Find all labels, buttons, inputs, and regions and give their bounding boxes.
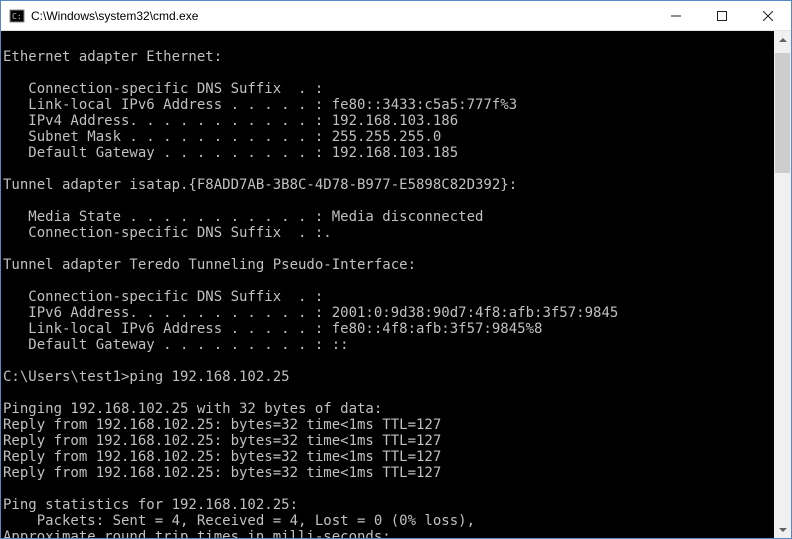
terminal-line [3, 241, 774, 257]
terminal-line: Approximate round trip times in milli-se… [3, 529, 774, 538]
terminal-line: Default Gateway . . . . . . . . . : 192.… [3, 145, 774, 161]
terminal-line [3, 385, 774, 401]
terminal-line: Reply from 192.168.102.25: bytes=32 time… [3, 465, 774, 481]
terminal-line: Reply from 192.168.102.25: bytes=32 time… [3, 433, 774, 449]
client-area: Ethernet adapter Ethernet: Connection-sp… [1, 31, 791, 538]
terminal-line: Tunnel adapter Teredo Tunneling Pseudo-I… [3, 257, 774, 273]
terminal-line [3, 193, 774, 209]
scroll-thumb[interactable] [775, 53, 790, 173]
scroll-down-button[interactable] [774, 521, 791, 538]
terminal-line: Reply from 192.168.102.25: bytes=32 time… [3, 449, 774, 465]
vertical-scrollbar[interactable] [774, 31, 791, 538]
cmd-icon: C: [9, 8, 25, 24]
terminal-line [3, 481, 774, 497]
titlebar[interactable]: C: C:\Windows\system32\cmd.exe [1, 1, 791, 31]
terminal-line: IPv6 Address. . . . . . . . . . . : 2001… [3, 305, 774, 321]
scroll-up-button[interactable] [774, 31, 791, 48]
minimize-button[interactable] [653, 1, 699, 30]
terminal-line: Connection-specific DNS Suffix . : [3, 289, 774, 305]
window-controls [653, 1, 791, 30]
terminal-line: Connection-specific DNS Suffix . : [3, 81, 774, 97]
terminal-line: Packets: Sent = 4, Received = 4, Lost = … [3, 513, 774, 529]
terminal-line: Link-local IPv6 Address . . . . . : fe80… [3, 321, 774, 337]
terminal-line [3, 353, 774, 369]
terminal-line: Subnet Mask . . . . . . . . . . . : 255.… [3, 129, 774, 145]
terminal-line [3, 161, 774, 177]
terminal-line [3, 273, 774, 289]
terminal-line: Tunnel adapter isatap.{F8ADD7AB-3B8C-4D7… [3, 177, 774, 193]
terminal-line: Default Gateway . . . . . . . . . : :: [3, 337, 774, 353]
terminal-line [3, 33, 774, 49]
terminal-line: IPv4 Address. . . . . . . . . . . : 192.… [3, 113, 774, 129]
cmd-window: C: C:\Windows\system32\cmd.exe Ethernet … [0, 0, 792, 539]
terminal-line: Ethernet adapter Ethernet: [3, 49, 774, 65]
terminal-line: Link-local IPv6 Address . . . . . : fe80… [3, 97, 774, 113]
close-button[interactable] [745, 1, 791, 30]
terminal-line [3, 65, 774, 81]
terminal-line: Media State . . . . . . . . . . . : Medi… [3, 209, 774, 225]
terminal-output[interactable]: Ethernet adapter Ethernet: Connection-sp… [1, 31, 774, 538]
terminal-line: C:\Users\test1>ping 192.168.102.25 [3, 369, 774, 385]
window-title: C:\Windows\system32\cmd.exe [31, 9, 653, 23]
svg-text:C:: C: [12, 12, 22, 21]
terminal-line: Pinging 192.168.102.25 with 32 bytes of … [3, 401, 774, 417]
terminal-line: Reply from 192.168.102.25: bytes=32 time… [3, 417, 774, 433]
maximize-button[interactable] [699, 1, 745, 30]
terminal-line: Connection-specific DNS Suffix . :. [3, 225, 774, 241]
terminal-line: Ping statistics for 192.168.102.25: [3, 497, 774, 513]
